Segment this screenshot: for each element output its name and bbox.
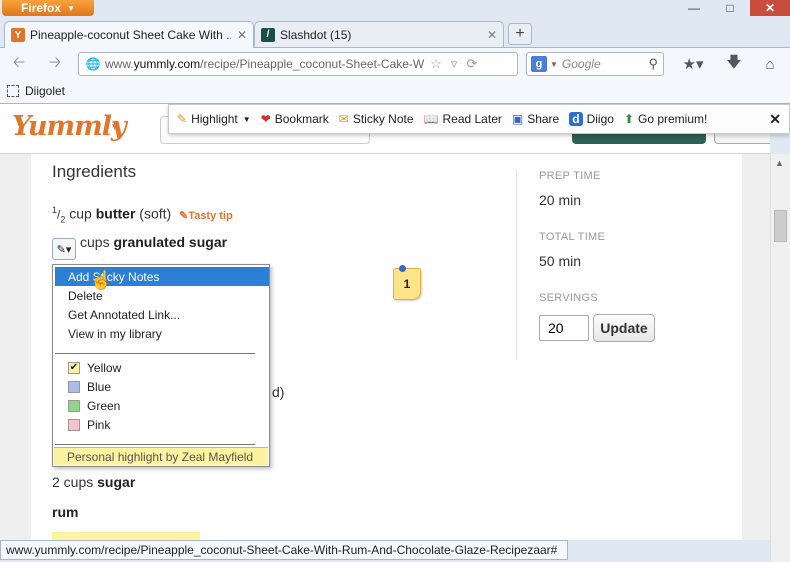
- tab-yummly[interactable]: Y Pineapple-coconut Sheet Cake With ... …: [4, 21, 254, 48]
- total-time-label: TOTAL TIME: [539, 231, 606, 243]
- scroll-up-arrow-icon[interactable]: ▲: [775, 158, 784, 168]
- page-gutter-right: [742, 154, 770, 540]
- bookmark-button[interactable]: ❤ Bookmark: [261, 112, 329, 126]
- highlighter-icon: ✎: [177, 112, 188, 126]
- bookmarks-bar: Diigolet: [0, 80, 790, 104]
- menu-divider: [55, 444, 255, 445]
- ingredient-line: rum: [52, 504, 79, 520]
- google-icon: g: [531, 56, 547, 72]
- view-in-library-item[interactable]: View in my library: [55, 324, 269, 343]
- servings-label: SERVINGS: [539, 292, 599, 304]
- search-input[interactable]: Google: [562, 57, 649, 71]
- search-box[interactable]: g ▼ Google ⚲: [526, 52, 664, 76]
- close-tab-icon[interactable]: ✕: [487, 28, 497, 42]
- recipe-sidebar: PREP TIME 20 min TOTAL TIME 50 min SERVI…: [516, 170, 716, 360]
- title-bar: Firefox ▼ — □ ✕: [0, 0, 790, 18]
- hand-cursor-icon: ☝: [90, 270, 113, 290]
- share-icon: ▣: [511, 112, 524, 126]
- ingredient-line: cups granulated sugar: [80, 234, 228, 250]
- bookmark-star-icon[interactable]: ☆: [427, 56, 445, 72]
- yummly-favicon-icon: Y: [11, 28, 25, 42]
- pin-icon: [399, 265, 406, 272]
- tab-label: Slashdot (15): [280, 27, 352, 42]
- color-swatch: [68, 399, 80, 412]
- yummly-logo[interactable]: Yummly: [12, 111, 127, 142]
- page-gutter-left: [0, 154, 31, 540]
- highlight-owner-footer: Personal highlight by Zeal Mayfield: [54, 447, 268, 465]
- ingredient-line: 1/2 cup butter (soft) ✎Tasty tip: [52, 205, 233, 225]
- delete-item[interactable]: Delete: [55, 286, 269, 305]
- tab-label: Pineapple-coconut Sheet Cake With ...: [30, 28, 231, 42]
- premium-arrow-icon: ⬆: [623, 112, 634, 126]
- url-text[interactable]: www.yummly.com/recipe/Pineapple_coconut-…: [105, 57, 427, 71]
- scroll-thumb[interactable]: [774, 210, 787, 242]
- search-icon[interactable]: ⚲: [648, 56, 658, 72]
- prep-time-value: 20 min: [539, 192, 582, 208]
- color-swatch: [68, 418, 80, 431]
- add-sticky-notes-item[interactable]: Add Sticky Notes: [55, 267, 269, 286]
- new-tab-button[interactable]: +: [508, 23, 532, 45]
- prep-time-label: PREP TIME: [539, 170, 601, 182]
- color-swatch: [68, 380, 80, 393]
- highlight-button[interactable]: ✎ Highlight ▼: [177, 112, 251, 126]
- highlight-context-menu: Add Sticky Notes Delete Get Annotated Li…: [52, 264, 270, 467]
- servings-input[interactable]: [539, 315, 589, 341]
- close-tab-icon[interactable]: ✕: [237, 28, 247, 42]
- vertical-scrollbar[interactable]: ▲: [770, 154, 790, 562]
- sticky-note-button[interactable]: ✉ Sticky Note: [339, 112, 414, 126]
- checkmark-icon: ✔: [68, 361, 80, 374]
- web-page: Yummly ▼ Ingredients 1/2 cup butter (sof…: [0, 104, 770, 540]
- chevron-down-icon[interactable]: ▼: [110, 122, 120, 133]
- edit-highlight-icon[interactable]: ✎▾: [52, 238, 76, 260]
- chevron-down-icon[interactable]: ▼: [550, 60, 558, 69]
- minimize-button[interactable]: —: [680, 0, 708, 16]
- highlighted-text[interactable]: [52, 532, 200, 540]
- chevron-down-icon: ▼: [67, 3, 75, 13]
- ingredients-heading: Ingredients: [52, 162, 137, 181]
- chevron-down-icon[interactable]: ▼: [243, 115, 251, 124]
- color-pink-item[interactable]: Pink: [55, 415, 269, 434]
- read-later-button[interactable]: 📖 Read Later: [424, 112, 502, 126]
- ingredient-line: 2 cups sugar: [52, 474, 136, 490]
- pencil-icon: ✎: [179, 209, 189, 222]
- update-button[interactable]: Update: [593, 314, 655, 342]
- share-button[interactable]: ▣ Share: [512, 112, 559, 126]
- bookmark-icon: ❤: [260, 112, 271, 126]
- forward-arrow-icon[interactable]: 🡢: [44, 54, 66, 74]
- navigation-bar: 🡠 🡢 🌐 www.yummly.com/recipe/Pineapple_co…: [0, 47, 790, 80]
- home-icon[interactable]: ⌂: [760, 54, 780, 74]
- diigo-toolbar: ✎ Highlight ▼ ❤ Bookmark ✉ Sticky Note 📖…: [168, 104, 790, 134]
- ingredient-partial-text: d): [272, 384, 285, 400]
- bookmark-diigolet[interactable]: Diigolet: [7, 84, 65, 98]
- book-icon: 📖: [423, 112, 439, 126]
- back-arrow-icon[interactable]: 🡠: [8, 54, 30, 74]
- tasty-tip-link[interactable]: ✎Tasty tip: [179, 210, 233, 222]
- downloads-icon[interactable]: 🡇: [724, 54, 744, 74]
- sticky-note-marker[interactable]: 1: [393, 265, 421, 300]
- bookmarklet-icon: [7, 85, 19, 97]
- tab-bar: Y Pineapple-coconut Sheet Cake With ... …: [0, 18, 790, 48]
- history-dropdown-icon[interactable]: ▿: [445, 56, 463, 72]
- close-toolbar-icon[interactable]: ✕: [769, 111, 781, 128]
- close-window-button[interactable]: ✕: [750, 0, 790, 16]
- get-annotated-link-item[interactable]: Get Annotated Link...: [55, 305, 269, 324]
- sticky-note-icon: ✉: [338, 112, 349, 126]
- globe-icon: 🌐: [85, 57, 101, 71]
- url-bar[interactable]: 🌐 www.yummly.com/recipe/Pineapple_coconu…: [78, 52, 518, 76]
- bookmarks-menu-icon[interactable]: ★▾: [678, 54, 708, 74]
- color-green-item[interactable]: Green: [55, 396, 269, 415]
- menu-divider: [55, 353, 255, 354]
- reload-icon[interactable]: ⟳: [463, 56, 481, 72]
- diigo-button[interactable]: d Diigo: [569, 112, 614, 126]
- color-yellow-item[interactable]: ✔ Yellow: [55, 358, 269, 377]
- slashdot-favicon-icon: /: [261, 27, 275, 42]
- maximize-button[interactable]: □: [716, 0, 744, 16]
- tab-slashdot[interactable]: / Slashdot (15) ✕: [254, 21, 504, 47]
- diigo-logo-icon: d: [569, 112, 583, 126]
- total-time-value: 50 min: [539, 253, 582, 269]
- go-premium-button[interactable]: ⬆ Go premium!: [624, 112, 707, 126]
- firefox-menu-button[interactable]: Firefox ▼: [2, 0, 94, 16]
- color-blue-item[interactable]: Blue: [55, 377, 269, 396]
- status-bar-url: www.yummly.com/recipe/Pineapple_coconut-…: [0, 540, 568, 560]
